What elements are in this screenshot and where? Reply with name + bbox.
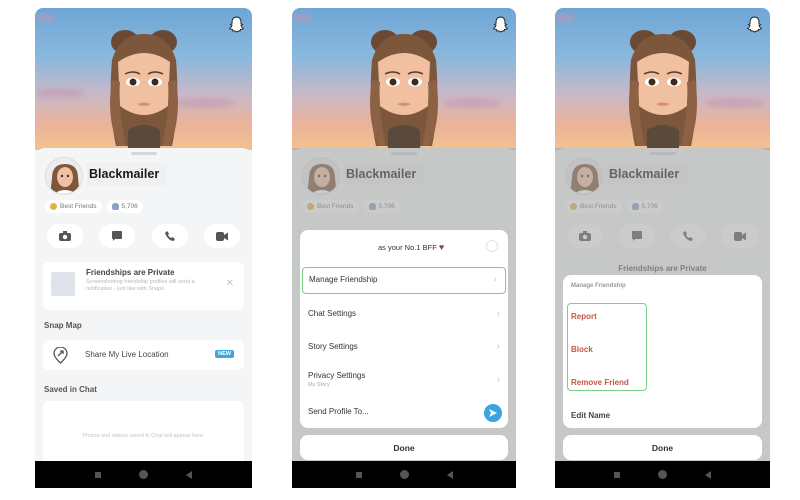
- menu-item-sublabel: My Story: [308, 382, 330, 388]
- recents-button[interactable]: [614, 471, 620, 478]
- saved-empty-text: Photos and videos saved in Chat will app…: [82, 433, 205, 439]
- camera-button[interactable]: [47, 224, 83, 248]
- snapchat-ghost-icon[interactable]: [229, 16, 244, 33]
- menu-header: Manage Friendship: [571, 283, 626, 289]
- best-friends-chip[interactable]: Best Friends: [45, 200, 102, 213]
- phone-screen-menu: Blackmailer Best Friends 5,706 as your N…: [292, 8, 516, 488]
- score-icon: [111, 203, 119, 210]
- chat-button[interactable]: [99, 224, 136, 248]
- video-icon: [215, 231, 228, 241]
- share-location-label: Share My Live Location: [85, 350, 169, 359]
- menu-item-label: Chat Settings: [308, 309, 357, 318]
- bitmoji-image: [98, 20, 190, 150]
- back-button[interactable]: [705, 470, 711, 479]
- manage-friendship-menu: Manage Friendship Report Block Remove Fr…: [563, 275, 762, 428]
- home-button[interactable]: [139, 470, 148, 479]
- menu-item-label: Remove Friend: [571, 378, 629, 387]
- android-nav-bar: [292, 461, 516, 488]
- phone-icon: [164, 231, 175, 241]
- chevron-right-icon: ›: [496, 308, 500, 319]
- menu-item-edit-name[interactable]: Edit Name: [563, 402, 762, 432]
- menu-item-story-settings[interactable]: Story Settings ›: [300, 333, 508, 363]
- bff-radio[interactable]: [486, 240, 498, 252]
- friendships-private-notice: Friendships are Private Screenshotting f…: [43, 262, 244, 310]
- menu-item-label: Block: [571, 345, 593, 354]
- menu-item-block[interactable]: Block: [563, 336, 762, 366]
- menu-item-label: Privacy Settings: [308, 371, 366, 380]
- menu-item-label: Manage Friendship: [309, 275, 378, 284]
- profile-sheet: Blackmailer Best Friends 5,706 Friendshi…: [35, 148, 252, 488]
- menu-item-manage-friendship[interactable]: Manage Friendship ›: [302, 267, 506, 294]
- send-arrow-icon: [489, 409, 497, 417]
- chat-icon: [112, 231, 123, 241]
- bff-label: as your No.1 BFF: [378, 243, 437, 252]
- share-location-row[interactable]: Share My Live Location NEW: [43, 340, 244, 370]
- snap-map-heading: Snap Map: [44, 321, 82, 330]
- recents-button[interactable]: [355, 471, 362, 478]
- done-button[interactable]: Done: [563, 435, 762, 460]
- send-button[interactable]: [484, 404, 502, 422]
- location-pin-icon: [53, 347, 68, 364]
- profile-options-menu: as your No.1 BFF ♥ Manage Friendship › C…: [300, 230, 508, 428]
- menu-item-remove-friend[interactable]: Remove Friend: [563, 369, 762, 399]
- back-button[interactable]: [446, 470, 453, 479]
- menu-item-chat-settings[interactable]: Chat Settings ›: [300, 300, 508, 330]
- video-call-button[interactable]: [203, 224, 240, 248]
- profile-banner: [35, 8, 252, 150]
- bff-row: as your No.1 BFF ♥: [300, 230, 508, 260]
- menu-item-label: Edit Name: [571, 411, 611, 420]
- phone-screen-profile: Blackmailer Best Friends 5,706 Friendshi…: [35, 8, 252, 488]
- profile-name: Blackmailer: [87, 163, 168, 185]
- menu-item-privacy-settings[interactable]: Privacy Settings My Story ›: [300, 364, 508, 398]
- android-nav-bar: [35, 461, 252, 488]
- sheet-grabber[interactable]: [130, 152, 157, 155]
- home-button[interactable]: [399, 470, 409, 479]
- menu-item-report[interactable]: Report: [563, 303, 762, 333]
- done-button[interactable]: Done: [300, 435, 508, 460]
- menu-item-label: Send Profile To...: [308, 407, 369, 416]
- saved-in-chat-heading: Saved in Chat: [44, 385, 97, 394]
- camera-icon: [59, 231, 71, 241]
- notice-illustration: [51, 272, 75, 296]
- heart-icon: ♥: [438, 242, 445, 252]
- recents-button[interactable]: [95, 471, 101, 478]
- chip-label: Best Friends: [60, 203, 97, 210]
- close-icon[interactable]: ✕: [226, 278, 234, 289]
- profile-banner: [292, 8, 516, 150]
- menu-item-label: Report: [571, 312, 597, 321]
- home-button[interactable]: [658, 470, 667, 479]
- profile-banner: [555, 8, 770, 150]
- avatar: [45, 157, 83, 195]
- android-nav-bar: [555, 461, 770, 488]
- notice-title: Friendships are Private: [86, 268, 175, 277]
- chevron-right-icon: ›: [496, 341, 500, 352]
- back-button[interactable]: [186, 470, 192, 479]
- new-badge: NEW: [215, 350, 234, 358]
- menu-item-label: Story Settings: [308, 342, 358, 351]
- chip-label: 5,706: [121, 203, 138, 210]
- smile-emoji-icon: [50, 203, 57, 210]
- snapchat-ghost-icon[interactable]: [747, 16, 762, 33]
- chevron-right-icon: ›: [496, 374, 500, 385]
- notice-text: Screenshotting friendship profiles will …: [86, 279, 195, 292]
- phone-screen-manage-friendship: Blackmailer Best Friends 5,706 Friendshi…: [555, 8, 770, 488]
- bitmoji-image: [358, 20, 450, 150]
- menu-item-send-profile[interactable]: Send Profile To...: [300, 398, 508, 428]
- snap-score-chip[interactable]: 5,706: [106, 200, 143, 213]
- snapchat-ghost-icon[interactable]: [493, 16, 508, 33]
- chevron-right-icon: ›: [493, 274, 497, 285]
- bitmoji-image: [617, 20, 709, 150]
- call-button[interactable]: [151, 224, 188, 248]
- bff-text: as your No.1 BFF ♥: [378, 242, 444, 252]
